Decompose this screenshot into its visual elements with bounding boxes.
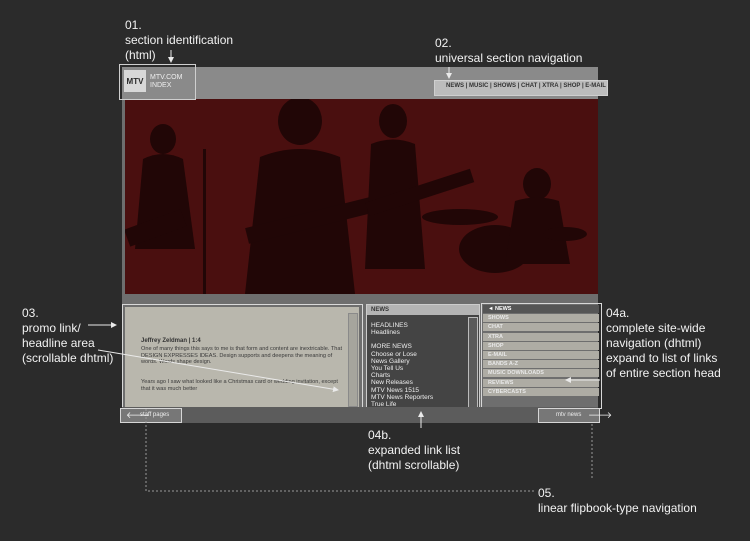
- annotation-leaders: [88, 50, 600, 492]
- leader-05: [145, 409, 593, 492]
- leader-03b: [97, 349, 339, 393]
